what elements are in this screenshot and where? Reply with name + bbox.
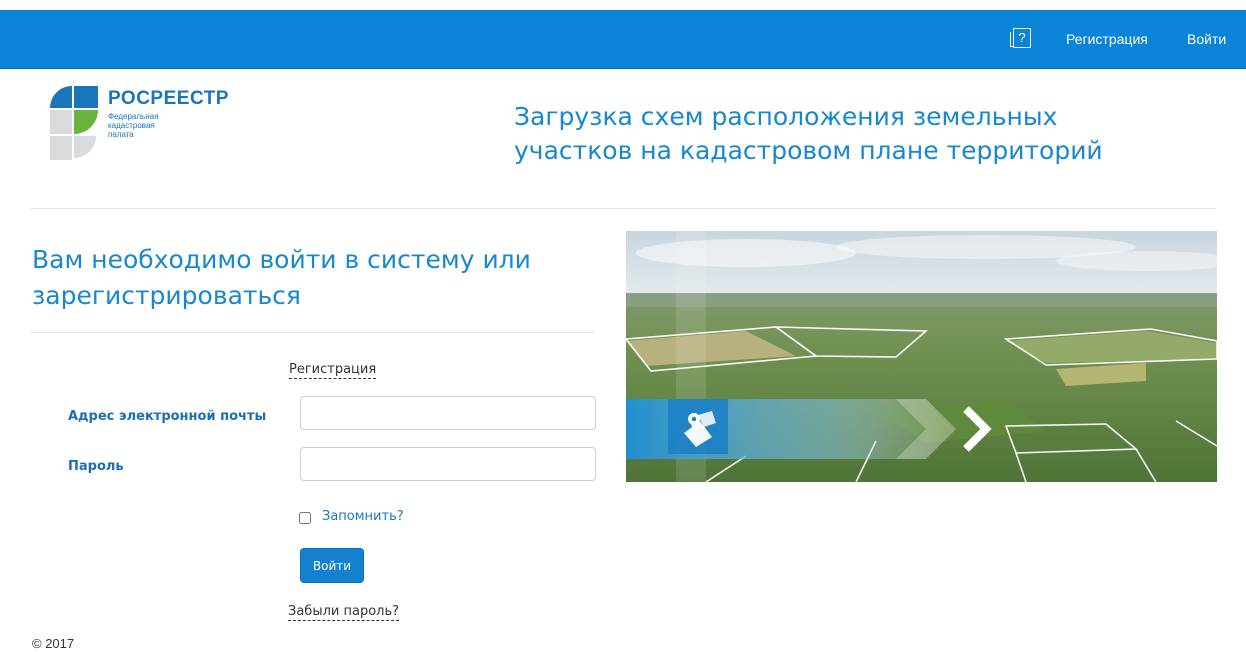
logo-title: РОСРЕЕСТР — [108, 88, 229, 109]
email-label: Адрес электронной почты — [68, 409, 267, 424]
page-title: Загрузка схем расположения земельных уча… — [514, 102, 1103, 165]
aerial-fields-photo — [626, 231, 1217, 482]
copyright: © 2017 — [32, 636, 75, 651]
login-button[interactable]: Войти — [300, 548, 364, 583]
question-mark-glyph: ? — [1010, 28, 1031, 48]
form-divider — [30, 332, 595, 333]
nav-login-link[interactable]: Войти — [1187, 31, 1226, 47]
logo-subtitle-line: палата — [108, 130, 134, 139]
help-book-icon[interactable]: ? — [1010, 27, 1032, 49]
remember-checkbox[interactable] — [299, 512, 311, 524]
logo-subtitle-line: Федеральная — [108, 112, 159, 121]
password-label: Пароль — [68, 459, 124, 474]
logo-mark-icon — [50, 86, 98, 160]
forgot-password-link[interactable]: Забыли пароль? — [288, 604, 400, 621]
logo-subtitle: Федеральная кадастровая палата — [108, 112, 158, 139]
remember-label[interactable]: Запомнить? — [322, 509, 404, 524]
email-field[interactable] — [300, 396, 596, 430]
logo-subtitle-line: кадастровая — [108, 121, 155, 130]
login-heading: Вам необходимо войти в систему или зарег… — [32, 245, 531, 310]
nav-register-link[interactable]: Регистрация — [1066, 31, 1148, 47]
register-link[interactable]: Регистрация — [289, 362, 377, 379]
banner-illustration — [626, 231, 1217, 482]
top-navbar: ? Регистрация Войти — [0, 10, 1246, 69]
password-field[interactable] — [300, 447, 596, 481]
header-divider — [30, 208, 1216, 209]
rosreestr-logo: РОСРЕЕСТР Федеральная кадастровая палата — [48, 84, 268, 164]
